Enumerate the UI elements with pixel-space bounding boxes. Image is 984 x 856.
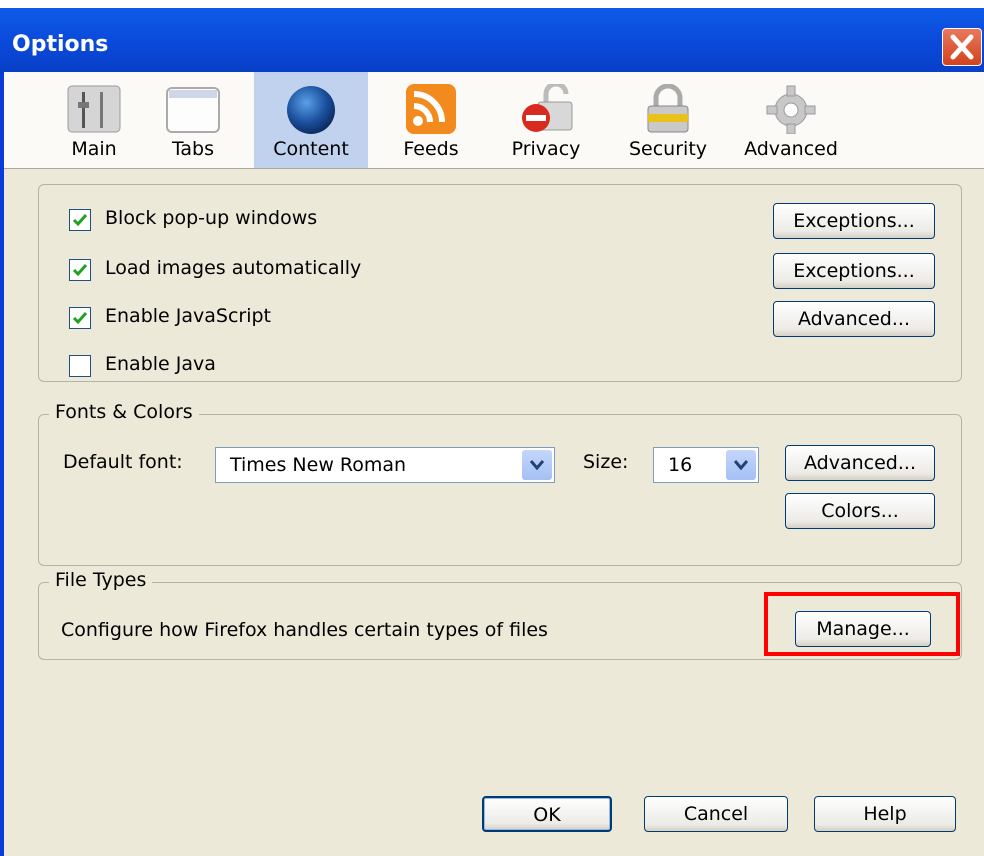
dropdown-button[interactable] (522, 450, 552, 480)
fonts-colors-group: Fonts & Colors Default font: Times New R… (38, 401, 962, 566)
file-types-legend: File Types (49, 569, 153, 591)
tab-label: Content (273, 138, 349, 160)
globe-icon (287, 86, 335, 134)
enable-javascript-label: Enable JavaScript (105, 305, 271, 327)
enable-java-label: Enable Java (105, 353, 216, 375)
tab-label: Main (71, 138, 117, 160)
enable-javascript-checkbox[interactable] (69, 307, 91, 329)
tab-label: Advanced (744, 138, 838, 160)
checkmark-icon (72, 312, 88, 325)
privacy-lock-icon (522, 84, 573, 132)
load-images-label: Load images automatically (105, 257, 362, 279)
close-icon (950, 34, 974, 60)
fonts-advanced-button[interactable]: Advanced... (785, 445, 935, 481)
category-toolbar: Main Tabs Content Feeds Privacy Security… (4, 72, 984, 169)
title-bar: Options (0, 8, 984, 72)
popup-exceptions-button[interactable]: Exceptions... (773, 203, 935, 239)
font-size-value: 16 (668, 454, 693, 476)
tab-main[interactable]: Main (48, 72, 140, 168)
tab-tabs[interactable]: Tabs (150, 72, 236, 168)
checkmark-icon (72, 264, 88, 277)
window-title: Options (12, 32, 109, 57)
tab-advanced[interactable]: Advanced (734, 72, 848, 168)
padlock-icon (647, 84, 689, 133)
block-popups-label: Block pop-up windows (105, 207, 318, 229)
images-exceptions-button[interactable]: Exceptions... (773, 253, 935, 289)
font-size-select[interactable]: 16 (653, 447, 759, 483)
colors-button[interactable]: Colors... (785, 493, 935, 529)
tab-security[interactable]: Security (616, 72, 720, 168)
content-group: Block pop-up windows Exceptions... Load … (38, 184, 962, 382)
main-slider-icon (67, 85, 121, 133)
chevron-down-icon (530, 460, 544, 470)
file-types-description: Configure how Firefox handles certain ty… (61, 619, 548, 641)
default-font-select[interactable]: Times New Roman (215, 447, 555, 483)
cancel-button[interactable]: Cancel (644, 796, 788, 832)
size-label: Size: (583, 451, 629, 473)
rss-feed-icon (406, 84, 456, 134)
dropdown-button[interactable] (726, 450, 756, 480)
tab-label: Feeds (403, 138, 459, 160)
tab-label: Privacy (511, 138, 581, 160)
tab-feeds[interactable]: Feeds (386, 72, 476, 168)
default-font-label: Default font: (63, 451, 183, 473)
enable-java-checkbox[interactable] (69, 355, 91, 377)
tab-content[interactable]: Content (254, 72, 368, 168)
tab-privacy[interactable]: Privacy (496, 72, 596, 168)
help-button[interactable]: Help (814, 796, 956, 832)
tab-label: Tabs (171, 138, 215, 160)
load-images-checkbox[interactable] (69, 259, 91, 281)
ok-button[interactable]: OK (482, 796, 612, 832)
highlight-box (764, 592, 960, 656)
chevron-down-icon (734, 460, 748, 470)
javascript-advanced-button[interactable]: Advanced... (773, 301, 935, 337)
block-popups-checkbox[interactable] (69, 209, 91, 231)
close-button[interactable] (942, 28, 982, 66)
fonts-colors-legend: Fonts & Colors (49, 401, 199, 423)
tab-label: Security (628, 138, 708, 160)
checkmark-icon (72, 214, 88, 227)
tabs-window-icon (166, 87, 220, 133)
gear-icon (766, 85, 816, 134)
dialog-body: Main Tabs Content Feeds Privacy Security… (4, 72, 984, 856)
options-window: Options Main Tabs Content Feeds Privacy … (0, 8, 984, 856)
default-font-value: Times New Roman (230, 454, 407, 476)
